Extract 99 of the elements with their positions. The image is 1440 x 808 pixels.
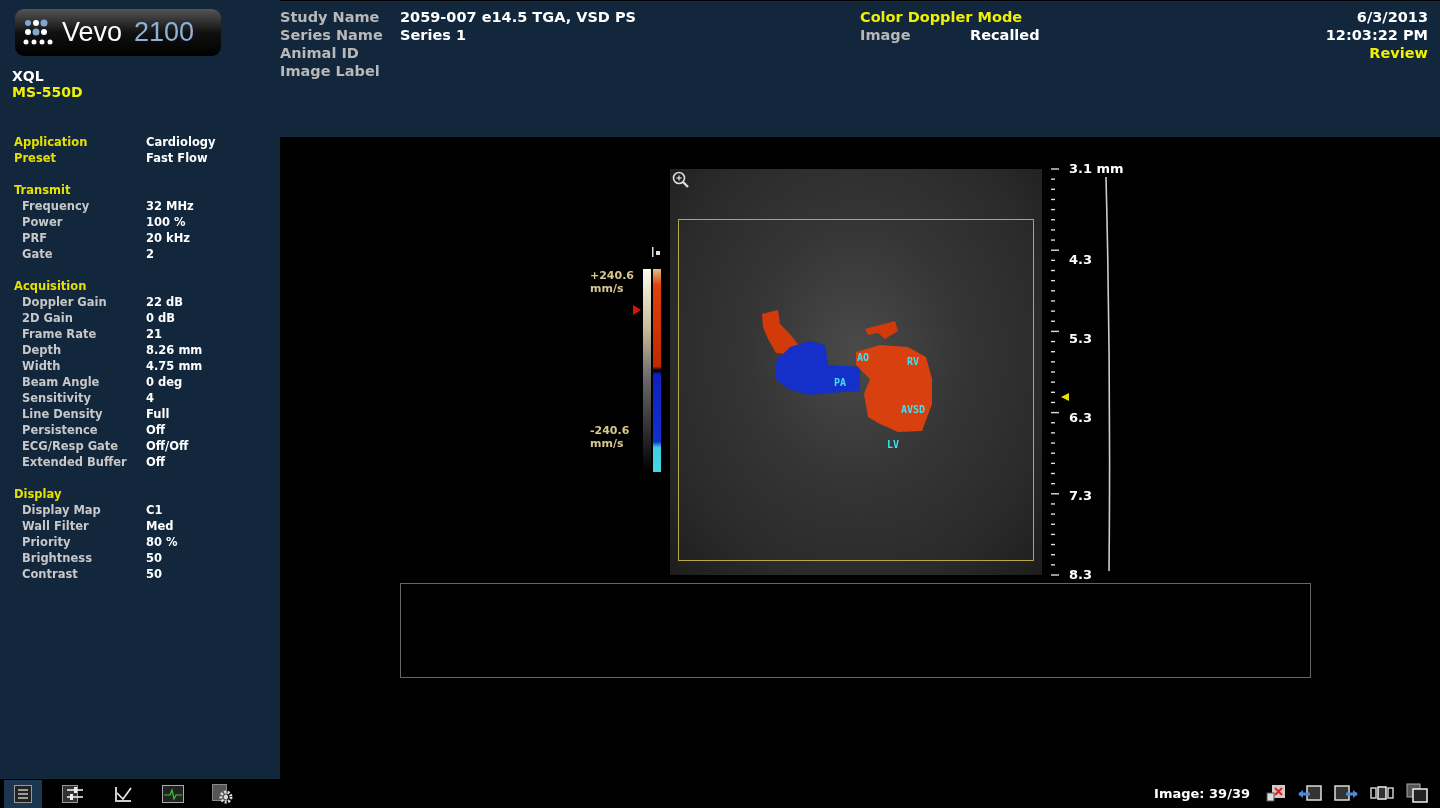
setting-value: Cardiology bbox=[146, 135, 216, 149]
setting-label: Application bbox=[13, 135, 89, 149]
setting-label: Brightness bbox=[21, 551, 93, 565]
status-text: Review bbox=[1368, 44, 1428, 62]
anatomy-label: RV bbox=[907, 356, 919, 367]
setting-label: Sensitivity bbox=[21, 391, 92, 405]
depth-label: 3.1 mm bbox=[1069, 161, 1124, 177]
filmstrip-icon bbox=[1370, 785, 1394, 801]
overlapping-windows-icon bbox=[1406, 783, 1428, 803]
setting-value: 80 % bbox=[146, 535, 178, 549]
setting-label: ECG/Resp Gate bbox=[21, 439, 120, 453]
setting-label: Width bbox=[21, 359, 62, 373]
setting-label: Frequency bbox=[21, 199, 91, 213]
setting-label: Persistence bbox=[21, 423, 99, 437]
previous-image-button[interactable] bbox=[1298, 784, 1322, 802]
sliders-icon bbox=[62, 784, 84, 803]
setting-value: Med bbox=[146, 519, 174, 533]
setting-label: Wall Filter bbox=[21, 519, 90, 533]
field-label: Study Name bbox=[280, 9, 381, 25]
setting-label: Frame Rate bbox=[21, 327, 98, 341]
setting-value: 0 dB bbox=[146, 311, 175, 325]
arrow-right-icon bbox=[1334, 784, 1358, 802]
setting-value: 21 bbox=[146, 327, 162, 341]
settings-icon bbox=[212, 783, 234, 804]
setting-value: 8.26 mm bbox=[146, 343, 203, 357]
time-text: 12:03:22 PM bbox=[1325, 26, 1428, 44]
depth-label: 5.3 bbox=[1069, 331, 1093, 347]
setting-value: Fast Flow bbox=[146, 151, 208, 165]
setting-value: Off bbox=[146, 423, 166, 437]
field-value: 2059-007 e14.5 TGA, VSD PS bbox=[400, 9, 636, 25]
setting-label: Gate bbox=[21, 247, 54, 261]
setting-label: Line Density bbox=[21, 407, 104, 421]
setting-label: Display Map bbox=[21, 503, 102, 517]
depth-label: 7.3 bbox=[1069, 488, 1093, 504]
anatomy-label: LV bbox=[887, 439, 899, 450]
setting-label: Extended Buffer bbox=[21, 455, 128, 469]
setting-label: Beam Angle bbox=[21, 375, 101, 389]
compare-button[interactable] bbox=[1406, 783, 1428, 803]
scale-max-value: +240.6 bbox=[590, 269, 634, 282]
setting-label: Priority bbox=[21, 535, 72, 549]
scale-min-value: -240.6 bbox=[590, 424, 630, 437]
setting-value: 22 dB bbox=[146, 295, 183, 309]
setting-value: 50 bbox=[146, 551, 162, 565]
anatomy-label: PA bbox=[834, 377, 846, 388]
next-image-button[interactable] bbox=[1334, 784, 1358, 802]
depth-label: 4.3 bbox=[1069, 252, 1093, 268]
setting-value: 50 bbox=[146, 567, 162, 581]
setting-label: Doppler Gain bbox=[21, 295, 108, 309]
setting-label: Power bbox=[21, 215, 64, 229]
field-label: Animal ID bbox=[280, 45, 360, 61]
mode-title: Color Doppler Mode bbox=[860, 8, 1024, 26]
setting-value: Full bbox=[146, 407, 170, 421]
setting-value: 0 deg bbox=[146, 375, 183, 389]
field-label: Image Label bbox=[280, 63, 381, 79]
depth-label: 8.3 bbox=[1069, 567, 1093, 583]
section-title: Display bbox=[13, 486, 63, 502]
scale-max-unit: mm/s bbox=[590, 282, 625, 295]
field-label: Series Name bbox=[280, 27, 384, 43]
setting-value: Off bbox=[146, 455, 166, 469]
toolbar-button[interactable] bbox=[4, 779, 42, 808]
setting-value: 20 kHz bbox=[146, 231, 190, 245]
ecg-icon bbox=[162, 784, 184, 803]
setting-value: 32 MHz bbox=[146, 199, 194, 213]
system-name: XQL bbox=[12, 68, 45, 84]
setting-label: Depth bbox=[21, 343, 63, 357]
setting-label: Contrast bbox=[21, 567, 79, 581]
section-title: Acquisition bbox=[13, 278, 88, 294]
scale-min-unit: mm/s bbox=[590, 437, 625, 450]
setting-value: 100 % bbox=[146, 215, 186, 229]
delete-image-button[interactable] bbox=[1266, 784, 1286, 802]
logo-model: 2100 bbox=[134, 17, 195, 48]
setting-label: Preset bbox=[13, 151, 58, 165]
arrow-left-icon bbox=[1298, 784, 1322, 802]
setting-value: 4.75 mm bbox=[146, 359, 203, 373]
setting-value: C1 bbox=[146, 503, 163, 517]
zoom-in-icon[interactable] bbox=[672, 171, 690, 189]
setting-value: 2 bbox=[146, 247, 154, 261]
section-title: Transmit bbox=[13, 182, 72, 198]
setting-label: PRF bbox=[21, 231, 49, 245]
focus-marker-icon bbox=[1061, 393, 1069, 401]
field-label: Image bbox=[860, 27, 912, 43]
probe-model: MS-550D bbox=[12, 84, 84, 100]
logo-brand: Vevo bbox=[62, 17, 123, 48]
field-value: Recalled bbox=[970, 27, 1040, 43]
field-value: Series 1 bbox=[400, 27, 466, 43]
baseline-icon bbox=[652, 247, 660, 257]
anatomy-label: AO bbox=[857, 352, 869, 363]
setting-value: Off/Off bbox=[146, 439, 189, 453]
anatomy-label: AVSD bbox=[900, 404, 926, 415]
setting-value: 4 bbox=[146, 391, 154, 405]
date-text: 6/3/2013 bbox=[1355, 8, 1428, 26]
depth-label: 6.3 bbox=[1069, 410, 1093, 426]
trash-icon bbox=[1266, 784, 1286, 802]
marker-icon bbox=[633, 305, 641, 315]
measure-icon bbox=[114, 784, 132, 803]
list-icon bbox=[14, 784, 32, 803]
setting-label: 2D Gain bbox=[21, 311, 74, 325]
filmstrip-button[interactable] bbox=[1370, 785, 1394, 801]
image-counter: Image: 39/39 bbox=[1154, 785, 1250, 801]
